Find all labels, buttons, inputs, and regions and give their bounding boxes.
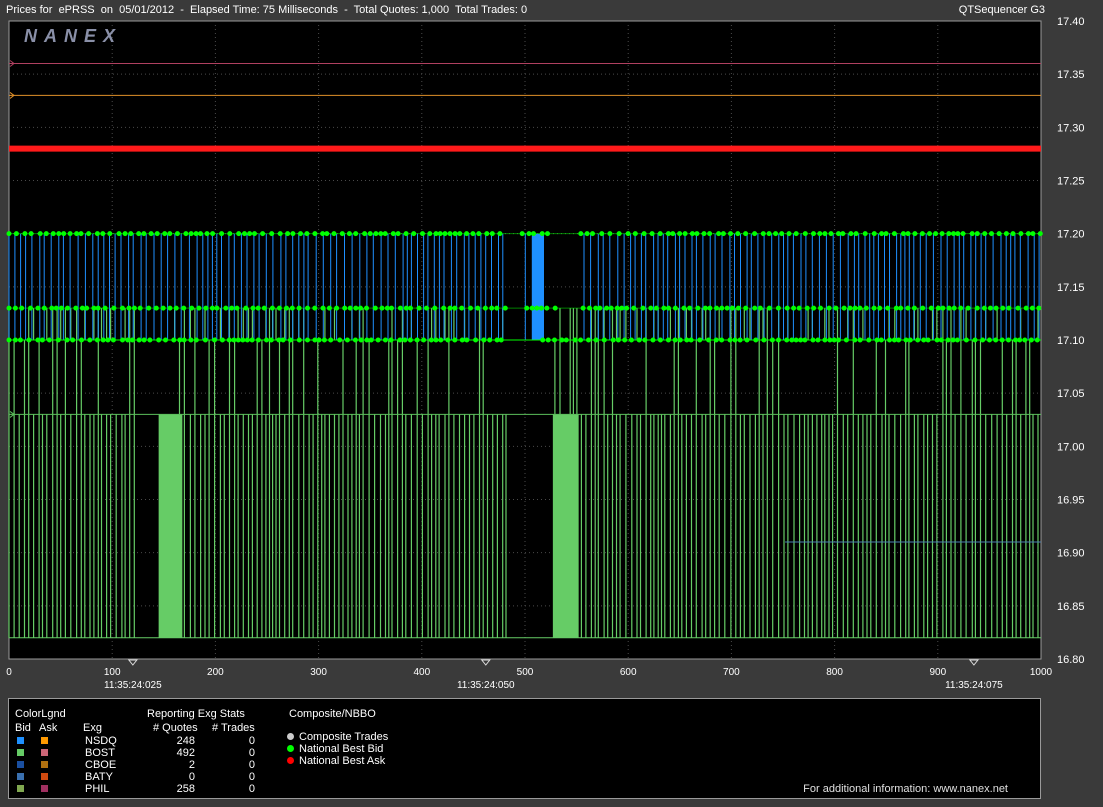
ask-color-swatch <box>41 785 48 792</box>
time-marker <box>480 659 491 666</box>
quote-count: 258 <box>176 783 195 795</box>
composite-dot-icon <box>287 733 294 740</box>
colorlgnd-title: ColorLgnd <box>15 708 66 720</box>
time-label: 11:35:24:050 <box>457 680 515 691</box>
bid-color-swatch <box>17 773 24 780</box>
x-tick-label: 900 <box>929 667 946 678</box>
x-tick-label: 0 <box>6 667 12 678</box>
y-tick-label: 17.20 <box>1057 229 1085 241</box>
trade-count: 0 <box>248 759 255 771</box>
trade-count: 0 <box>248 783 255 795</box>
composite-label: National Best Ask <box>299 755 386 767</box>
composite-dot-icon <box>287 745 294 752</box>
composite-label: National Best Bid <box>299 743 384 755</box>
x-tick-label: 500 <box>517 667 534 678</box>
y-tick-label: 16.85 <box>1057 601 1085 613</box>
x-tick-label: 600 <box>620 667 637 678</box>
price-chart: NANEX 17.40 17.35 17.30 17.25 17.20 17.15 17.1… <box>6 16 1085 691</box>
y-tick-label: 17.35 <box>1057 69 1085 81</box>
x-tick-label: 400 <box>413 667 430 678</box>
exchange-name: BOST <box>85 747 115 759</box>
time-marker <box>127 659 138 666</box>
exg-header: Exg <box>83 722 102 734</box>
trade-count: 0 <box>248 735 255 747</box>
y-tick-label: 17.40 <box>1057 16 1085 28</box>
ask-color-swatch <box>41 773 48 780</box>
x-tick-label: 300 <box>310 667 327 678</box>
legend-panel: ColorLgnd Reporting Exg Stats Composite/… <box>8 698 1041 799</box>
stats-title: Reporting Exg Stats <box>147 708 245 720</box>
x-tick-label: 100 <box>104 667 121 678</box>
y-tick-label: 16.95 <box>1057 495 1085 507</box>
time-label: 11:35:24:075 <box>945 680 1003 691</box>
quote-count: 0 <box>188 771 195 783</box>
trade-count: 0 <box>248 747 255 759</box>
y-tick-label: 17.10 <box>1057 335 1085 347</box>
composite-label: Composite Trades <box>299 731 389 743</box>
x-tick-label: 700 <box>723 667 740 678</box>
x-tick-label: 1000 <box>1030 667 1053 678</box>
composite-dot-icon <box>287 757 294 764</box>
exchange-name: CBOE <box>85 759 117 771</box>
y-tick-label: 17.00 <box>1057 441 1085 453</box>
composite-title: Composite/NBBO <box>289 708 376 720</box>
ask-color-swatch <box>41 737 48 744</box>
y-axis: 17.40 17.35 17.30 17.25 17.20 17.15 17.10 17.05… <box>1057 16 1085 666</box>
exchange-name: BATY <box>85 771 113 783</box>
bost-solid-area <box>158 414 183 638</box>
x-tick-label: 200 <box>207 667 224 678</box>
bid-color-swatch <box>17 749 24 756</box>
x-axis: 0 100 200 300 400 500 600 700 800 900 1000 11:35:24… <box>6 659 1053 691</box>
ask-header: Ask <box>39 722 58 734</box>
y-tick-label: 17.25 <box>1057 176 1085 188</box>
time-marker <box>968 659 979 666</box>
bid-header: Bid <box>15 722 31 734</box>
trade-count: 0 <box>248 771 255 783</box>
y-tick-label: 17.30 <box>1057 122 1085 134</box>
nanex-watermark: NANEX <box>24 26 122 46</box>
exchange-name: PHIL <box>85 783 110 795</box>
quotes-header: # Quotes <box>153 722 198 734</box>
bid-color-swatch <box>17 761 24 768</box>
ask-color-swatch <box>41 749 48 756</box>
quote-count: 248 <box>176 735 195 747</box>
trades-header: # Trades <box>212 722 255 734</box>
nsdq-solid-area <box>532 233 544 340</box>
quote-count: 492 <box>176 747 195 759</box>
quote-count: 2 <box>188 759 195 771</box>
exchange-name: NSDQ <box>85 735 117 747</box>
y-tick-label: 17.15 <box>1057 282 1085 294</box>
x-tick-label: 800 <box>826 667 843 678</box>
y-tick-label: 16.90 <box>1057 548 1085 560</box>
y-tick-label: 16.80 <box>1057 654 1085 666</box>
bid-color-swatch <box>17 785 24 792</box>
y-tick-label: 17.05 <box>1057 388 1085 400</box>
bid-color-swatch <box>17 737 24 744</box>
ask-color-swatch <box>41 761 48 768</box>
footer-info: For additional information: www.nanex.ne… <box>803 783 1008 795</box>
time-label: 11:35:24:025 <box>104 680 162 691</box>
